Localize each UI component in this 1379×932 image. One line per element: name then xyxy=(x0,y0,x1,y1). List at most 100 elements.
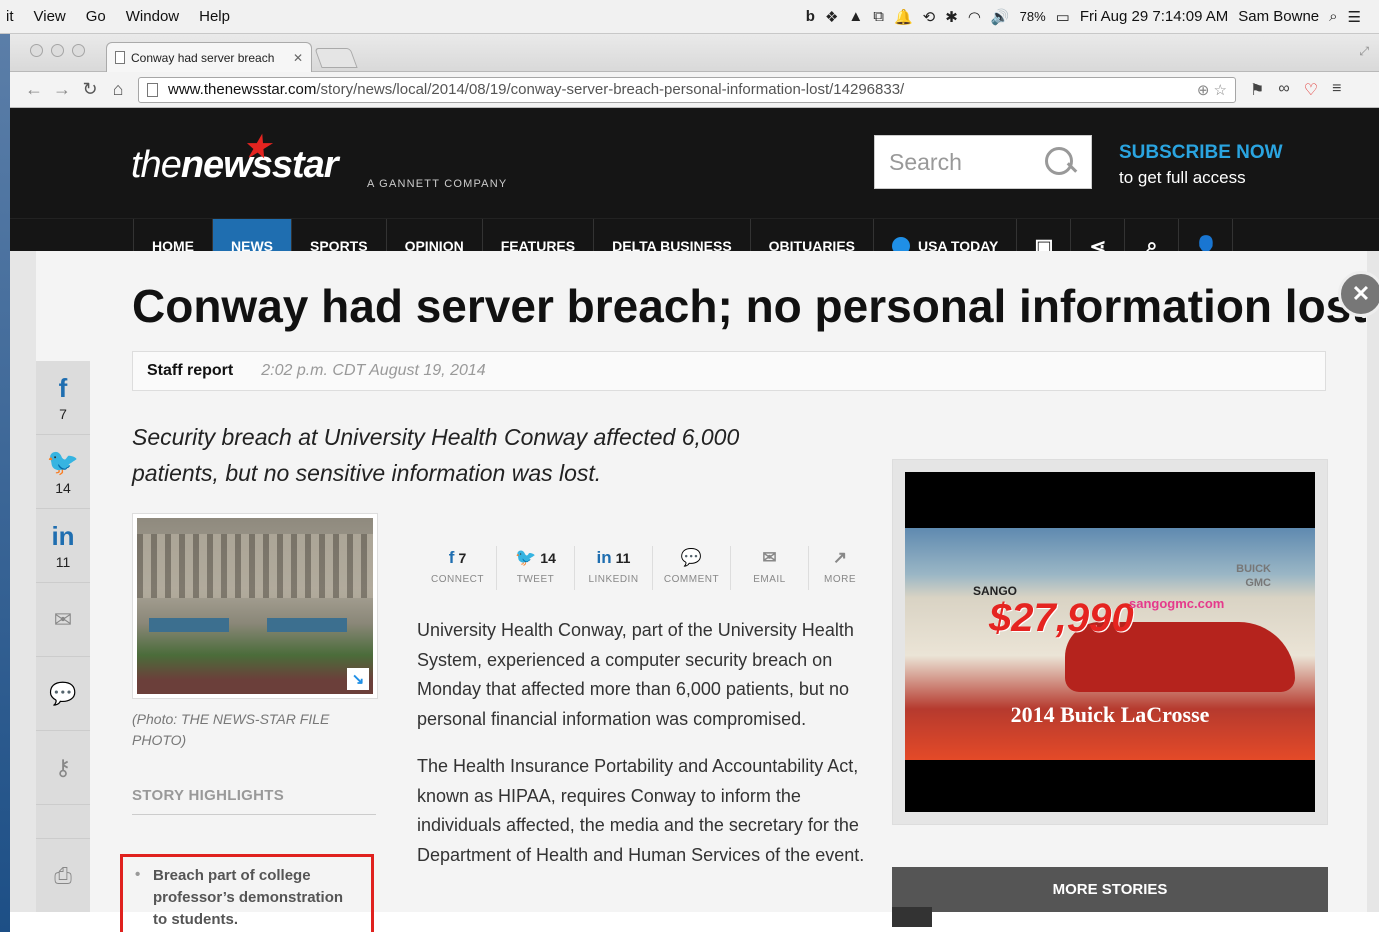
star-icon: ★ xyxy=(243,131,270,164)
article-paragraph: University Health Conway, part of the Un… xyxy=(417,620,854,729)
close-article-button[interactable]: ✕ xyxy=(1338,271,1379,317)
byline-timestamp: 2:02 p.m. CDT August 19, 2014 xyxy=(261,362,486,379)
rail-print[interactable]: ⎙ xyxy=(36,838,90,912)
menu-go[interactable]: Go xyxy=(76,8,116,25)
byline-author: Staff report xyxy=(147,362,234,379)
close-tab-icon[interactable]: ✕ xyxy=(293,51,303,65)
subscribe-promo[interactable]: SUBSCRIBE NOW to get full access xyxy=(1119,142,1283,188)
new-tab-button[interactable] xyxy=(314,48,358,68)
page-icon xyxy=(147,82,158,97)
logo-star: star xyxy=(271,144,339,186)
photo-caption: (Photo: THE NEWS-STAR FILE PHOTO) xyxy=(132,711,330,748)
browser-window: Conway had server breach ✕ ⤢ ← → ↻ ⌂ www… xyxy=(10,34,1379,932)
article-summary: Security breach at University Health Con… xyxy=(132,424,740,486)
desktop-background xyxy=(0,34,10,932)
subscribe-now-link[interactable]: SUBSCRIBE NOW xyxy=(1119,142,1283,164)
url-path: /story/news/local/2014/08/19/conway-serv… xyxy=(316,81,905,98)
car-dealer-ad[interactable]: SANGO BUICK GMC $27,990 sangogmc.com 201… xyxy=(905,472,1315,812)
advertisement[interactable]: SANGO BUICK GMC $27,990 sangogmc.com 201… xyxy=(892,459,1328,825)
zoom-and-bookmark-icons[interactable]: ⊕ ☆ xyxy=(1197,81,1227,99)
facebook-share-count: 7 xyxy=(458,550,467,566)
more-share-icon: ↗ xyxy=(832,548,848,567)
reload-icon[interactable]: ↻ xyxy=(76,79,104,100)
back-icon[interactable]: ← xyxy=(20,79,48,100)
rail-key[interactable]: ⚷ xyxy=(36,731,90,805)
menu-icon[interactable]: ≡ xyxy=(1332,80,1341,100)
share-label: CONNECT xyxy=(431,574,484,585)
menu-edit[interactable]: it xyxy=(0,8,24,25)
rail-linkedin[interactable]: in 11 xyxy=(36,509,90,583)
linkedin-icon: in xyxy=(596,548,612,567)
menu-window[interactable]: Window xyxy=(116,8,189,25)
rail-email[interactable]: ✉ xyxy=(36,583,90,657)
share-label: EMAIL xyxy=(753,574,786,585)
share-label: TWEET xyxy=(516,574,555,585)
minimize-window-button[interactable] xyxy=(51,44,64,57)
wifi-icon[interactable]: ◠ xyxy=(968,8,981,26)
share-comment[interactable]: 💬 COMMENT xyxy=(653,546,731,590)
ad-brand: BUICK GMC xyxy=(1236,563,1271,589)
article-body: University Health Conway, part of the Un… xyxy=(417,616,877,888)
address-bar[interactable]: www.thenewsstar.com /story/news/local/20… xyxy=(138,76,1236,103)
rail-facebook[interactable]: f 7 xyxy=(36,361,90,435)
byline-bar: Staff report 2:02 p.m. CDT August 19, 20… xyxy=(132,351,1326,391)
menu-view[interactable]: View xyxy=(24,8,76,25)
time-machine-icon[interactable]: ⟲ xyxy=(923,8,936,26)
share-facebook[interactable]: f7 CONNECT xyxy=(419,546,497,590)
page-content: f 7 🐦 14 in 11 ✉ 💬 ⚷ ⎙ Conway had server… xyxy=(10,251,1379,932)
subscribe-subtext: to get full access xyxy=(1119,168,1246,187)
close-window-button[interactable] xyxy=(30,44,43,57)
story-highlight-item: Breach part of college professor’s demon… xyxy=(120,854,374,932)
extension-glasses-icon[interactable]: ∞ xyxy=(1278,80,1289,100)
twitter-share-count: 14 xyxy=(540,550,556,566)
expand-photo-icon[interactable]: ↘ xyxy=(347,668,369,690)
share-email[interactable]: ✉ EMAIL xyxy=(731,546,809,590)
bing-icon[interactable]: b xyxy=(806,8,815,25)
browser-tab[interactable]: Conway had server breach ✕ xyxy=(106,42,312,72)
menu-help[interactable]: Help xyxy=(189,8,240,25)
search-icon[interactable] xyxy=(1043,145,1077,179)
extension-icons: ⚑ ∞ ♡ ≡ xyxy=(1236,80,1341,100)
rail-twitter[interactable]: 🐦 14 xyxy=(36,435,90,509)
battery-percent: 78% xyxy=(1019,9,1046,24)
print-icon: ⎙ xyxy=(54,862,72,888)
email-icon: ✉ xyxy=(762,548,777,567)
twitter-icon: 🐦 xyxy=(515,548,537,567)
site-header: thenewsstar ★ A GANNETT COMPANY Search S… xyxy=(10,108,1379,218)
article-photo[interactable]: ↘ xyxy=(132,513,378,699)
window-icon[interactable]: ⧉ xyxy=(873,8,884,25)
article-headline: Conway had server breach; no personal in… xyxy=(132,280,1367,332)
notification-icon[interactable]: 🔔 xyxy=(894,8,913,26)
macos-menu-bar: it View Go Window Help b ❖ ▲ ⧉ 🔔 ⟲ ✱ ◠ 🔊… xyxy=(0,0,1379,34)
zoom-window-button[interactable] xyxy=(72,44,85,57)
share-label: LINKEDIN xyxy=(588,574,639,585)
share-more[interactable]: ↗ MORE xyxy=(809,546,871,590)
share-bar: f7 CONNECT 🐦 14 TWEET in 11 LINKEDIN 💬 COM… xyxy=(419,546,871,590)
extension-flag-icon[interactable]: ⚑ xyxy=(1250,80,1264,100)
site-logo[interactable]: thenewsstar ★ xyxy=(131,131,339,187)
clock[interactable]: Fri Aug 29 7:14:09 AM xyxy=(1080,8,1228,25)
extension-heart-icon[interactable]: ♡ xyxy=(1304,80,1318,100)
share-linkedin[interactable]: in 11 LINKEDIN xyxy=(575,546,653,590)
battery-icon[interactable]: ▭ xyxy=(1056,8,1070,26)
fullscreen-icon[interactable]: ⤢ xyxy=(1359,44,1369,59)
article-panel: f 7 🐦 14 in 11 ✉ 💬 ⚷ ⎙ Conway had server… xyxy=(36,251,1379,932)
bluetooth-icon[interactable]: ✱ xyxy=(945,8,958,26)
ad-model: 2014 Buick LaCrosse xyxy=(1010,702,1210,727)
search-box[interactable]: Search xyxy=(874,135,1092,189)
facebook-icon: f xyxy=(58,373,68,403)
share-twitter[interactable]: 🐦 14 TWEET xyxy=(497,546,575,590)
user-name[interactable]: Sam Bowne xyxy=(1238,8,1319,25)
drive-icon[interactable]: ▲ xyxy=(848,8,863,25)
forward-icon[interactable]: → xyxy=(48,79,76,100)
rail-comment[interactable]: 💬 xyxy=(36,657,90,731)
notification-center-icon[interactable]: ☰ xyxy=(1348,8,1361,26)
dropbox-icon[interactable]: ❖ xyxy=(825,8,838,26)
volume-icon[interactable]: 🔊 xyxy=(991,8,1010,26)
tab-bar: Conway had server breach ✕ ⤢ xyxy=(10,34,1379,72)
more-stories-header[interactable]: MORE STORIES xyxy=(892,867,1328,927)
home-icon[interactable]: ⌂ xyxy=(104,79,132,100)
comment-icon: 💬 xyxy=(49,680,77,706)
spotlight-icon[interactable]: ⌕ xyxy=(1329,8,1337,25)
search-placeholder: Search xyxy=(889,148,962,175)
